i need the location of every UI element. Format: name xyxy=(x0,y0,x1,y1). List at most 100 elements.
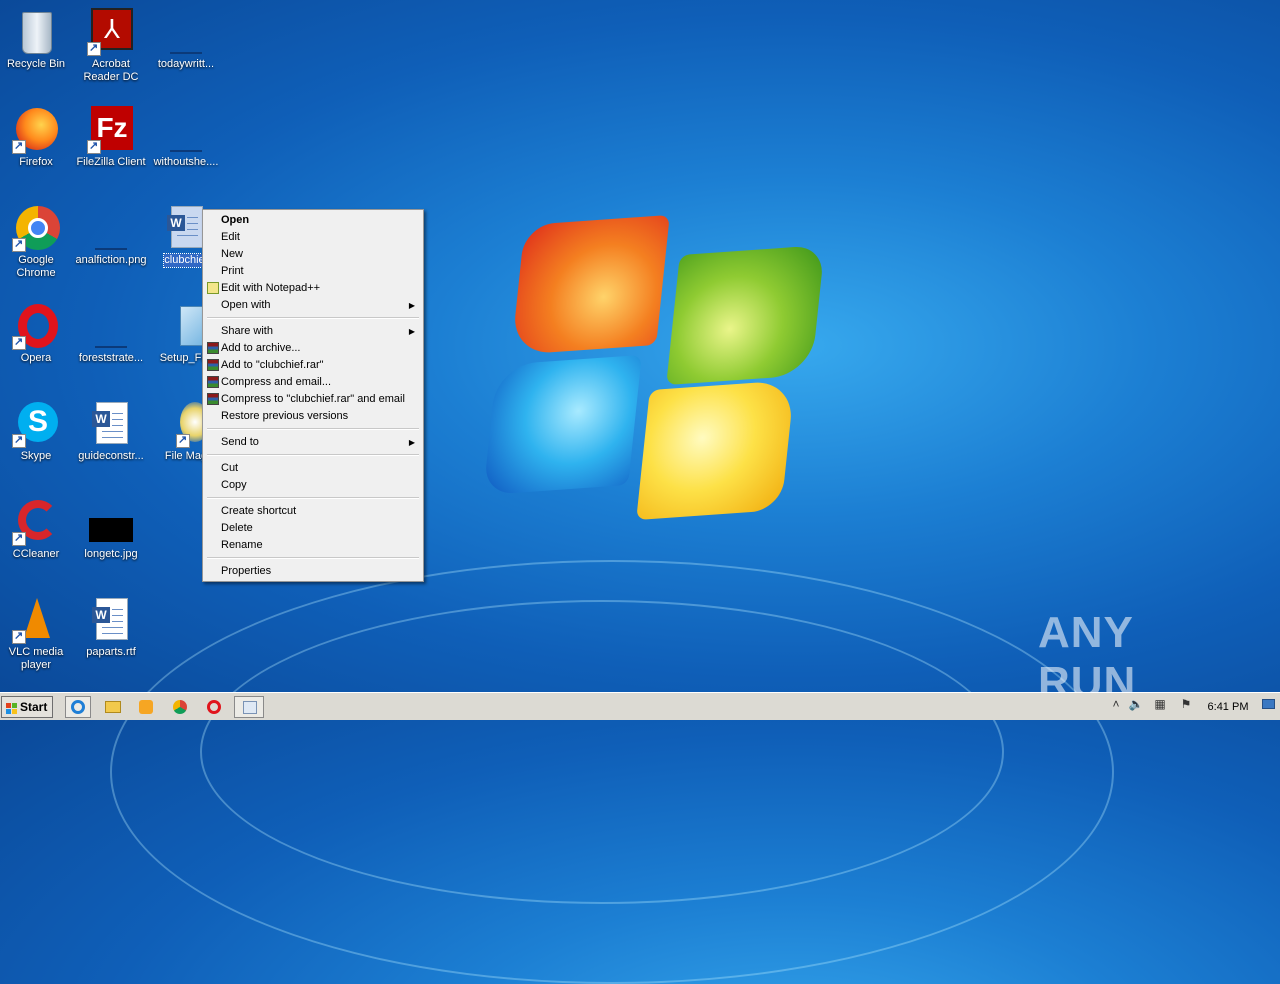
word-document-icon: W xyxy=(87,596,135,644)
word-document-icon: W xyxy=(87,400,135,448)
desktop-icon-label: FileZilla Client xyxy=(76,156,146,168)
menu-separator xyxy=(207,454,419,456)
desktop-icon-analfiction[interactable]: analfiction.png xyxy=(73,204,149,267)
action-center-flag-icon[interactable]: ⚑ xyxy=(1178,696,1194,712)
winrar-icon xyxy=(207,342,219,354)
image-file-icon xyxy=(87,204,135,252)
menu-item-create-shortcut[interactable]: Create shortcut xyxy=(205,503,421,520)
menu-item-compress-to-rar-and-email[interactable]: Compress to "clubchief.rar" and email xyxy=(205,391,421,408)
vlc-cone-icon xyxy=(12,596,60,644)
desktop-icon-label: Opera xyxy=(20,352,52,364)
desktop-icon-label: Recycle Bin xyxy=(6,58,66,70)
desktop-icon-opera[interactable]: Opera xyxy=(0,302,74,365)
logo-green-pane xyxy=(666,244,825,386)
skype-icon: S xyxy=(12,400,60,448)
taskbar-media-player-button[interactable] xyxy=(133,696,159,718)
submenu-arrow-icon: ▶ xyxy=(408,327,415,336)
taskbar-active-app-button[interactable] xyxy=(234,696,264,718)
desktop-icon-label: guideconstr... xyxy=(78,450,144,462)
desktop-icon-chrome[interactable]: Google Chrome xyxy=(0,204,74,280)
menu-separator xyxy=(207,317,419,319)
media-player-icon xyxy=(139,700,153,714)
menu-item-edit[interactable]: Edit xyxy=(205,229,421,246)
opera-icon xyxy=(207,700,221,714)
menu-item-copy[interactable]: Copy xyxy=(205,477,421,494)
winrar-icon xyxy=(207,376,219,388)
desktop-icon-acrobat[interactable]: ⅄ Acrobat Reader DC xyxy=(73,8,149,84)
desktop-icon-longetc[interactable]: longetc.jpg xyxy=(73,498,149,561)
taskbar-clock[interactable]: 6:41 PM xyxy=(1200,693,1256,721)
menu-item-label: Properties xyxy=(221,565,272,577)
menu-separator xyxy=(207,497,419,499)
internet-explorer-icon xyxy=(71,700,85,714)
firefox-icon xyxy=(12,106,60,154)
file-icon xyxy=(87,302,135,350)
menu-item-add-to-archive[interactable]: Add to archive... xyxy=(205,340,421,357)
menu-item-send-to[interactable]: Send to ▶ xyxy=(205,434,421,451)
menu-item-label: Cut xyxy=(221,462,239,474)
menu-item-open[interactable]: Open xyxy=(205,212,421,229)
start-button[interactable]: Start xyxy=(1,696,53,718)
taskbar-explorer-button[interactable] xyxy=(100,696,126,718)
desktop-icon-label: longetc.jpg xyxy=(84,548,138,560)
menu-item-label: Edit xyxy=(221,231,240,243)
taskbar-ie-button[interactable] xyxy=(65,696,91,718)
logo-blue-pane xyxy=(483,354,642,496)
desktop-icon-label: foreststrate... xyxy=(78,352,144,364)
show-desktop-button[interactable] xyxy=(1260,696,1278,712)
menu-item-cut[interactable]: Cut xyxy=(205,460,421,477)
menu-item-label: Compress to "clubchief.rar" and email xyxy=(221,393,405,405)
desktop-icon-label: withoutshe.... xyxy=(153,156,219,168)
chrome-icon xyxy=(12,204,60,252)
ccleaner-icon xyxy=(12,498,60,546)
menu-item-label: Send to xyxy=(221,436,259,448)
menu-item-restore-previous-versions[interactable]: Restore previous versions xyxy=(205,408,421,425)
desktop-icon-skype[interactable]: S Skype xyxy=(0,400,74,463)
taskbar-opera-button[interactable] xyxy=(201,696,227,718)
shortcut-arrow-icon xyxy=(12,629,26,644)
menu-item-label: Open with xyxy=(221,299,271,311)
show-hidden-icons-button[interactable]: ˄ xyxy=(1108,696,1124,712)
desktop-icon-todaywritt[interactable]: todaywritt... xyxy=(148,8,224,71)
menu-item-properties[interactable]: Properties xyxy=(205,563,421,580)
opera-icon xyxy=(12,302,60,350)
logo-yellow-pane xyxy=(636,379,795,521)
menu-item-label: Share with xyxy=(221,325,273,337)
network-icon[interactable]: ▦ xyxy=(1152,696,1168,712)
desktop-icon-foreststrate[interactable]: foreststrate... xyxy=(73,302,149,365)
desktop-icon-label: Google Chrome xyxy=(16,254,56,279)
desktop-icon-guideconstr[interactable]: W guideconstr... xyxy=(73,400,149,463)
desktop-icon-firefox[interactable]: Firefox xyxy=(0,106,74,169)
wallpaper-swoosh xyxy=(200,600,1004,904)
menu-item-edit-with-notepadpp[interactable]: Edit with Notepad++ xyxy=(205,280,421,297)
chrome-icon xyxy=(173,700,187,714)
menu-item-label: Open xyxy=(221,214,250,226)
winrar-icon xyxy=(207,359,219,371)
desktop-icon-vlc[interactable]: VLC media player xyxy=(0,596,74,672)
notepadpp-icon xyxy=(207,282,219,294)
desktop-icon-label: paparts.rtf xyxy=(86,646,136,658)
taskbar-chrome-button[interactable] xyxy=(167,696,193,718)
shortcut-arrow-icon xyxy=(176,433,190,448)
desktop-icon-ccleaner[interactable]: CCleaner xyxy=(0,498,74,561)
desktop-icon-withoutshe[interactable]: withoutshe.... xyxy=(148,106,224,169)
menu-item-label: Restore previous versions xyxy=(221,410,349,422)
menu-separator xyxy=(207,557,419,559)
menu-item-rename[interactable]: Rename xyxy=(205,537,421,554)
shortcut-arrow-icon xyxy=(12,335,26,350)
desktop-icon-paparts[interactable]: W paparts.rtf xyxy=(73,596,149,659)
desktop-icon-label: todaywritt... xyxy=(157,58,215,70)
desktop-icon-label: analfiction.png xyxy=(75,254,147,266)
menu-item-compress-and-email[interactable]: Compress and email... xyxy=(205,374,421,391)
menu-item-label: Rename xyxy=(221,539,263,551)
desktop-icon-recycle-bin[interactable]: Recycle Bin xyxy=(0,8,74,71)
menu-item-add-to-rar[interactable]: Add to "clubchief.rar" xyxy=(205,357,421,374)
menu-item-open-with[interactable]: Open with ▶ xyxy=(205,297,421,314)
submenu-arrow-icon: ▶ xyxy=(408,301,415,310)
desktop-icon-filezilla[interactable]: Fz FileZilla Client xyxy=(73,106,149,169)
volume-icon[interactable]: 🔈 xyxy=(1128,696,1144,712)
menu-item-share-with[interactable]: Share with ▶ xyxy=(205,323,421,340)
menu-item-new[interactable]: New xyxy=(205,246,421,263)
menu-item-print[interactable]: Print xyxy=(205,263,421,280)
menu-item-delete[interactable]: Delete xyxy=(205,520,421,537)
